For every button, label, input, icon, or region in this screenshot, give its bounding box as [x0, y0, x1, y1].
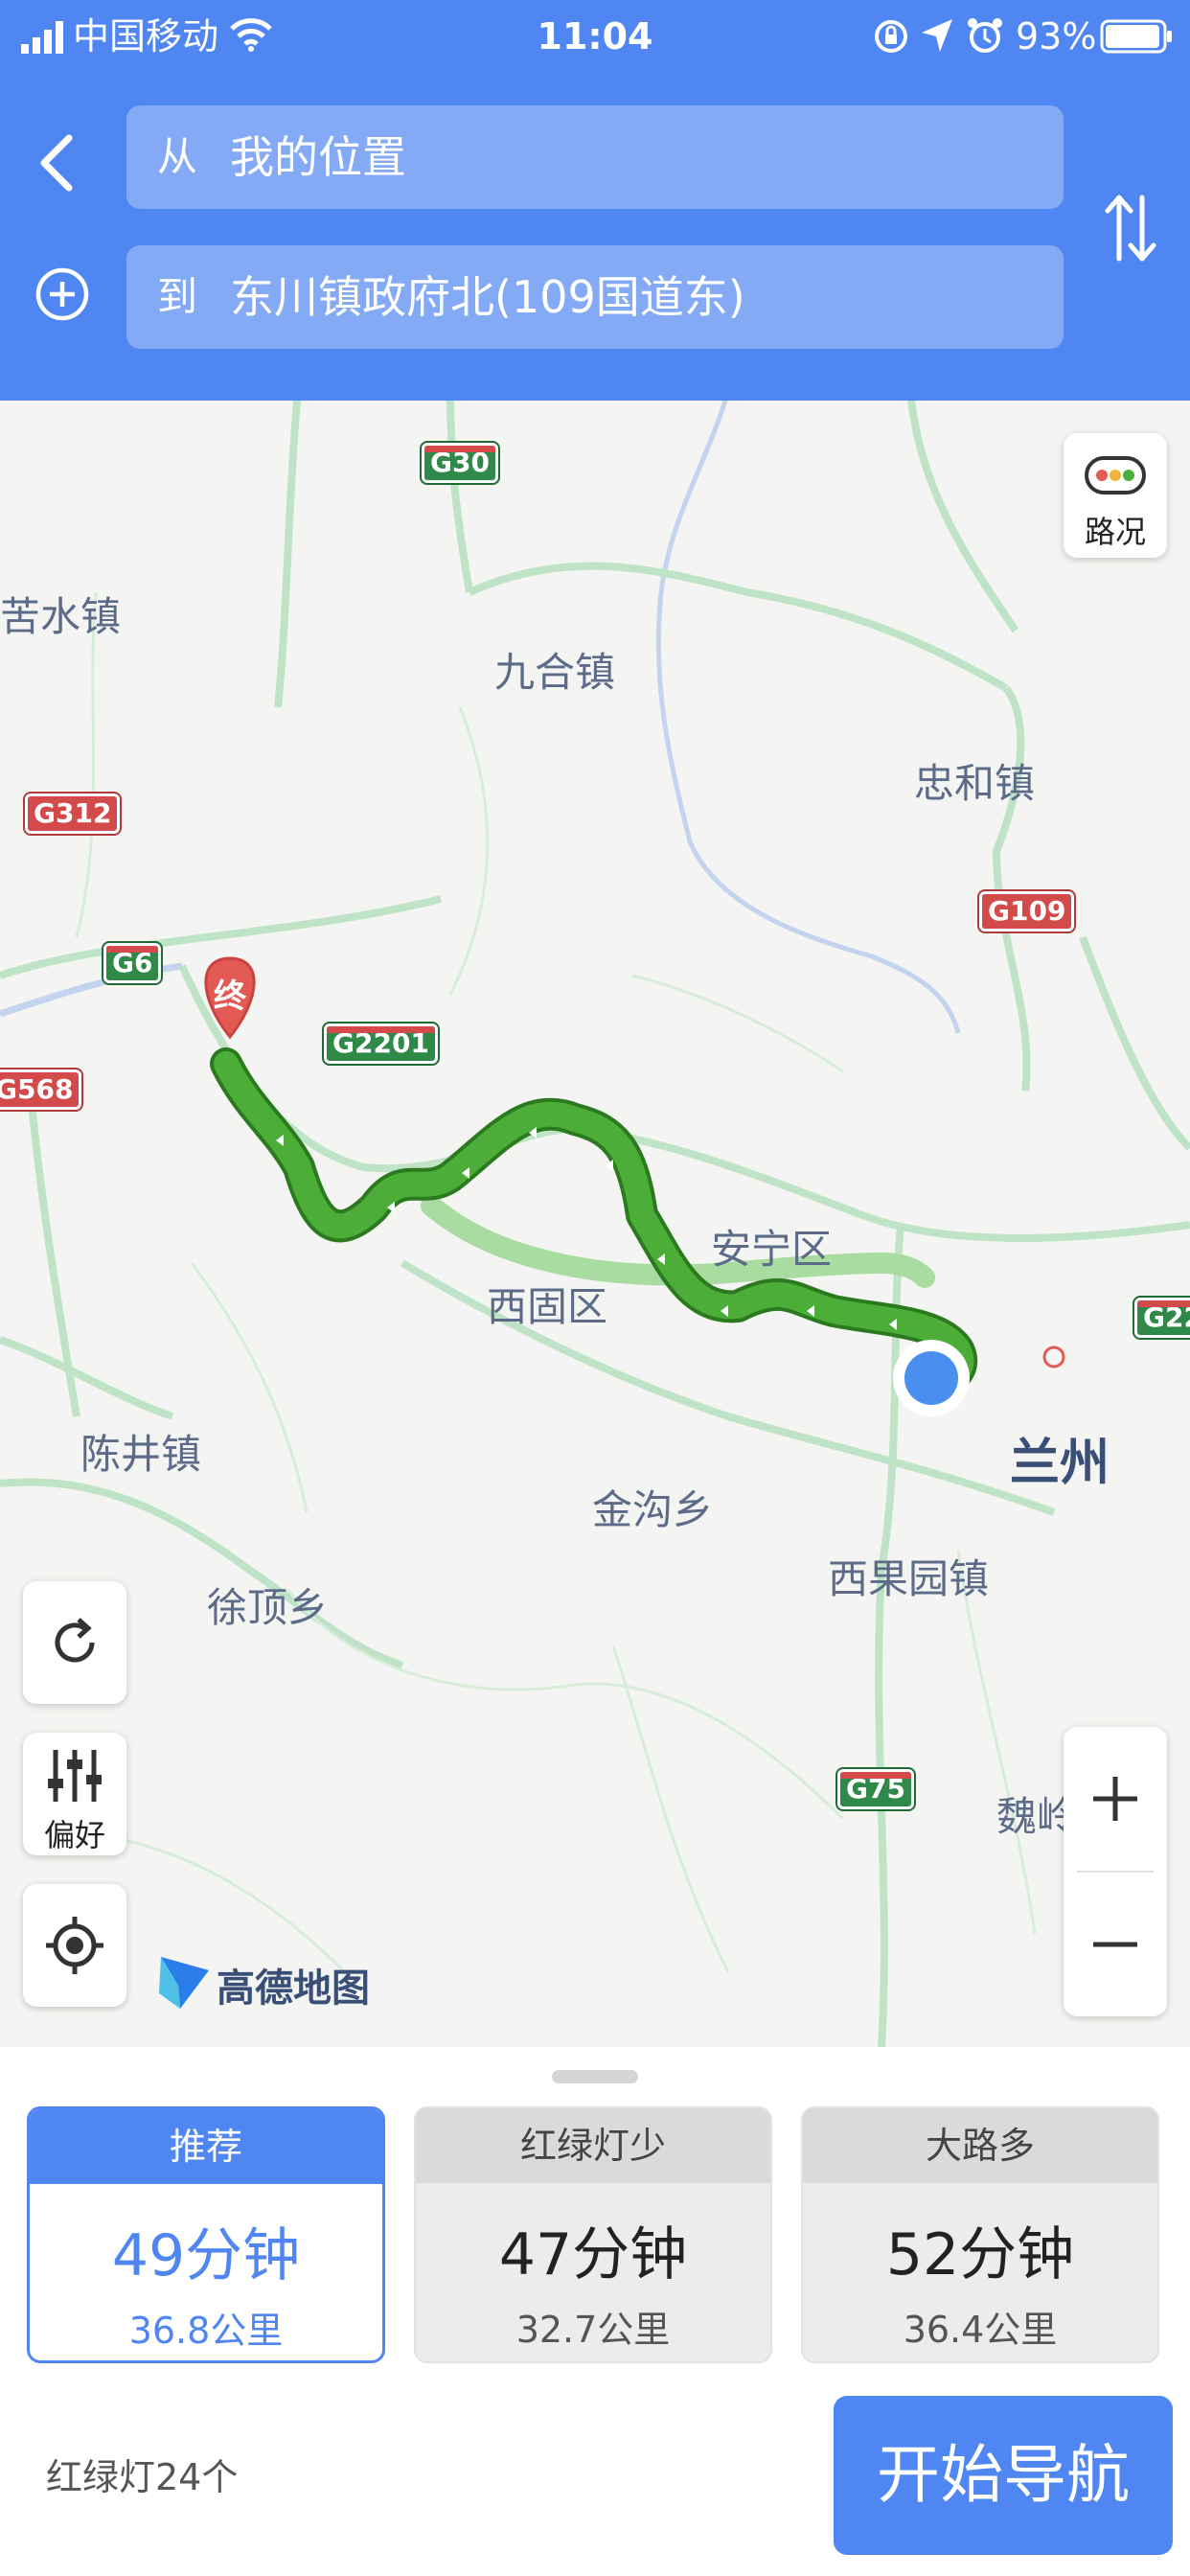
route-tag: 红绿灯少	[416, 2108, 770, 2183]
route-option-main-roads[interactable]: 大路多 52分钟 36.4公里	[801, 2106, 1159, 2363]
highway-shield: G22	[1133, 1296, 1190, 1340]
drag-handle[interactable]	[552, 2070, 638, 2083]
current-location-dot	[904, 1351, 958, 1405]
amap-logo-icon	[159, 1957, 209, 2009]
place-label: 徐顶乡	[207, 1584, 329, 1631]
traffic-light-icon	[1085, 456, 1146, 494]
route-distance: 36.4公里	[903, 2309, 1058, 2351]
preference-label: 偏好	[43, 1817, 105, 1853]
start-navigation-button[interactable]: 开始导航	[834, 2396, 1173, 2555]
route-time: 47分钟	[498, 2221, 688, 2288]
back-arrow-icon[interactable]	[29, 125, 86, 201]
place-label: 金沟乡	[592, 1486, 714, 1533]
destination-pin-label: 终	[214, 978, 246, 1016]
refresh-icon	[55, 1618, 95, 1663]
city-center-icon	[1042, 1346, 1065, 1368]
origin-field[interactable]: 从 我的位置	[126, 105, 1064, 209]
highway-shield: G2201	[322, 1022, 440, 1066]
highway-shield: G75	[835, 1767, 916, 1811]
route-options-panel: 推荐 49分钟 36.8公里 红绿灯少 47分钟 32.7公里 大路多 52分钟…	[0, 2047, 1190, 2576]
amap-logo: 高德地图	[157, 1949, 378, 2016]
add-waypoint-icon[interactable]	[34, 266, 90, 322]
destination-prefix: 到	[157, 273, 198, 320]
zoom-control	[1064, 1727, 1167, 2016]
origin-prefix: 从	[157, 133, 198, 180]
route-distance: 32.7公里	[515, 2309, 671, 2351]
place-label: 九合镇	[494, 649, 616, 696]
route-option-fewer-lights[interactable]: 红绿灯少 47分钟 32.7公里	[414, 2106, 772, 2363]
refresh-button[interactable]	[23, 1581, 126, 1704]
preference-button[interactable]: 偏好	[23, 1733, 126, 1855]
highway-shield: G312	[22, 792, 123, 836]
battery-icon	[1100, 19, 1172, 54]
place-label: 苦水镇	[0, 593, 122, 640]
map-view[interactable]: 苦水镇 九合镇 忠和镇 西固区 安宁区 陈井镇 金沟乡 西果园镇 徐顶乡 魏岭 …	[0, 401, 1190, 2047]
route-distance: 36.8公里	[128, 2310, 284, 2352]
location-arrow-icon	[922, 19, 952, 52]
route-search-header: 从 我的位置 到 东川镇政府北(109国道东)	[0, 77, 1190, 401]
river	[655, 401, 961, 1034]
route-tag: 推荐	[30, 2109, 382, 2184]
zoom-out-icon[interactable]	[1064, 1873, 1167, 2016]
swap-icon[interactable]	[1104, 192, 1157, 264]
highway-shield: G30	[420, 441, 500, 485]
traffic-label: 路况	[1084, 514, 1146, 550]
place-label: 陈井镇	[80, 1431, 202, 1478]
amap-logo-text: 高德地图	[217, 1966, 370, 2011]
route-time: 49分钟	[111, 2222, 301, 2289]
clock: 11:04	[537, 15, 653, 58]
alarm-icon	[968, 18, 1002, 53]
destination-value: 东川镇政府北(109国道东)	[230, 271, 745, 323]
locate-me-button[interactable]	[23, 1884, 126, 2007]
origin-value: 我的位置	[230, 131, 406, 183]
sliders-icon	[48, 1750, 102, 1802]
battery-percent: 93%	[1016, 15, 1097, 58]
route-option-recommended[interactable]: 推荐 49分钟 36.8公里	[27, 2106, 385, 2363]
rotation-lock-icon	[875, 20, 907, 53]
place-label: 安宁区	[711, 1226, 833, 1273]
status-bar: 中国移动 11:04 93%	[0, 0, 1190, 77]
destination-field[interactable]: 到 东川镇政府北(109国道东)	[126, 245, 1064, 349]
place-label: 西固区	[487, 1283, 608, 1330]
traffic-light-count: 红绿灯24个	[46, 2456, 239, 2498]
selected-route	[214, 1051, 974, 1400]
route-time: 52分钟	[885, 2221, 1075, 2288]
city-label: 兰州	[1010, 1435, 1110, 1492]
zoom-in-icon[interactable]	[1064, 1727, 1167, 1871]
crosshair-icon	[46, 1917, 103, 1974]
highway-shield: G109	[976, 889, 1077, 933]
place-label: 忠和镇	[914, 760, 1036, 807]
highway-shield: G568	[0, 1068, 84, 1112]
place-label: 西果园镇	[828, 1555, 990, 1602]
route-tag: 大路多	[803, 2108, 1157, 2183]
highway-shield: G6	[101, 941, 164, 985]
traffic-toggle-button[interactable]: 路况	[1064, 433, 1167, 558]
